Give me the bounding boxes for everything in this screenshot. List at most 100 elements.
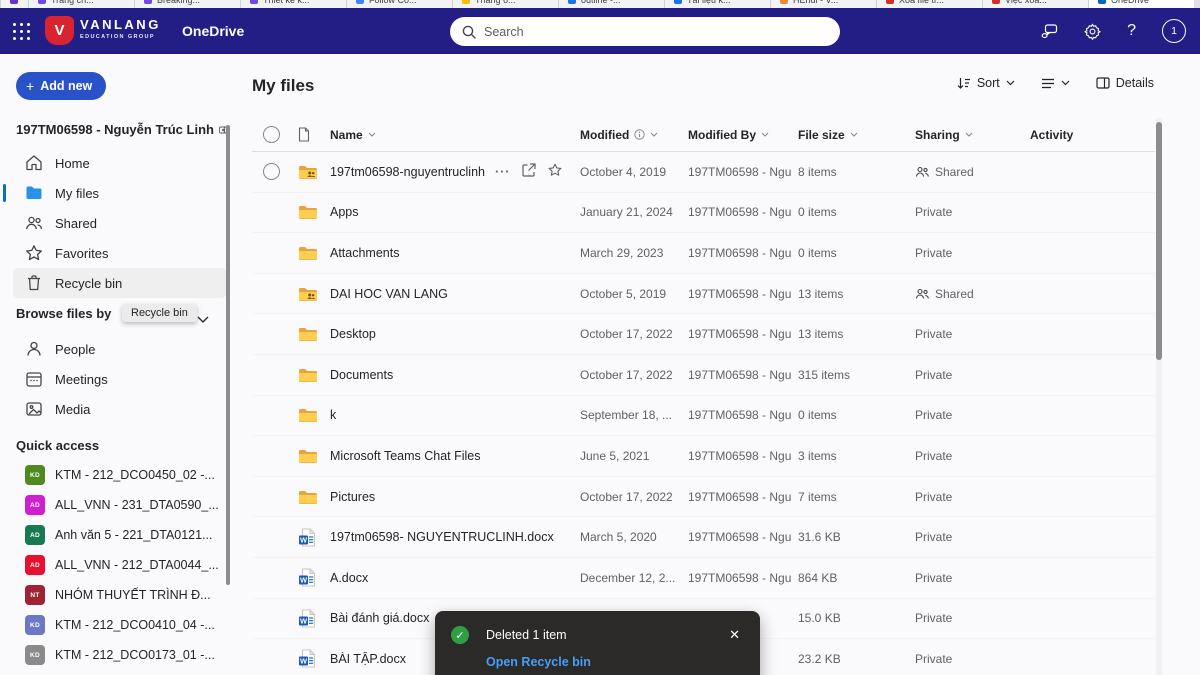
sidebar-item-my-files[interactable]: My files [13,178,226,208]
cell-name[interactable]: Apps [330,205,359,219]
folder-icon [298,326,318,342]
column-header-activity[interactable]: Activity [1030,128,1155,142]
cell-name[interactable]: 197tm06598- NGUYENTRUCLINH.docx [330,530,554,544]
cell-name[interactable]: Pictures [330,490,375,504]
tab-favicon [10,0,18,4]
share-icon[interactable] [522,163,536,180]
help-icon[interactable]: ? [1127,22,1136,40]
add-new-button[interactable]: + Add new [16,72,106,100]
quick-access-item[interactable]: KDKTM - 212_DCO0410_04 -... [13,610,226,640]
browser-tab[interactable]: Breaking... [134,0,240,8]
settings-gear-icon[interactable] [1084,23,1101,40]
account-avatar[interactable]: 1 [1162,19,1186,43]
file-type-icon: W [296,649,330,668]
table-row[interactable]: Microsoft Teams Chat FilesJune 5, 202119… [252,436,1155,477]
sidebar-scrollbar[interactable] [226,125,230,585]
browser-tab[interactable]: Thiết kế k... [240,0,346,8]
sidebar-item-people[interactable]: People [13,334,226,364]
more-actions-icon[interactable]: ··· [495,165,511,179]
table-row[interactable]: DAI HOC VAN LANGOctober 5, 2019197TM0659… [252,274,1155,315]
word-file-icon: W [298,568,316,587]
quick-access-item[interactable]: ADALL_VNN - 212_DTA0044_... [13,550,226,580]
cell-modified: March 5, 2020 [580,530,688,544]
cell-name[interactable]: 197tm06598-nguyentruclinh [330,165,485,179]
favorite-star-icon[interactable] [548,163,562,180]
browser-tab[interactable]: Follow Co... [346,0,452,8]
select-all-checkbox[interactable] [263,126,280,143]
cell-name[interactable]: Bài đánh giá.docx [330,611,429,625]
app-launcher-waffle-icon[interactable] [13,23,31,41]
table-row[interactable]: DesktopOctober 17, 2022197TM06598 - Ngu1… [252,314,1155,355]
column-header-modified[interactable]: Modified [580,128,688,142]
quick-access-item[interactable]: KDKTM - 212_DCO0173_01 -... [13,640,226,670]
view-selector-button[interactable] [1041,78,1070,89]
table-row[interactable]: WA.docxDecember 12, 2...197TM06598 - Ngu… [252,558,1155,599]
quick-access-item[interactable]: ADAnh văn 5 - 221_DTA0121... [13,520,226,550]
sidebar-item-label: Recycle bin [55,276,122,291]
info-icon [634,129,645,140]
quick-access-item[interactable]: NTNHÓM THUYẾT TRÌNH Đ... [13,580,226,610]
files-table: Name Modified Modified By File size [252,118,1155,675]
table-row[interactable]: PicturesOctober 17, 2022197TM06598 - Ngu… [252,477,1155,518]
cell-name[interactable]: A.docx [330,571,368,585]
cell-file-size: 13 items [798,327,915,341]
quick-access-item[interactable]: ADALL_VNN - 231_DTA0590_... [13,490,226,520]
tab-favicon [250,0,258,4]
onedrive-page: Trang ch...Breaking...Thiết kế k...Follo… [0,0,1200,675]
toast-close-icon[interactable]: ✕ [725,627,744,643]
browser-tab[interactable]: outline -... [558,0,664,8]
sidebar-item-meetings[interactable]: Meetings [13,364,226,394]
table-row[interactable]: W197tm06598- NGUYENTRUCLINH.docx March 5,… [252,517,1155,558]
column-header-modified-by[interactable]: Modified By [688,128,798,142]
file-type-icon [296,489,330,505]
browser-tab[interactable]: Xóa file tr... [876,0,982,8]
search-bar[interactable] [450,17,840,46]
table-row[interactable]: 197tm06598-nguyentruclinh···October 4, 2… [252,152,1155,193]
search-input[interactable] [484,25,828,39]
sidebar-item-shared[interactable]: Shared [13,208,226,238]
feedback-icon[interactable] [1041,24,1058,39]
sidebar-item-recycle-bin[interactable]: Recycle bin [13,268,226,298]
column-header-sharing[interactable]: Sharing [915,128,1030,142]
column-header-name[interactable]: Name [330,128,580,142]
cell-name[interactable]: Attachments [330,246,399,260]
table-row[interactable]: AppsJanuary 21, 2024197TM06598 - Ngu0 it… [252,193,1155,234]
cell-sharing: Private [915,611,952,625]
sidebar-item-favorites[interactable]: Favorites [13,238,226,268]
cell-name[interactable]: BÀI TẬP.docx [330,652,406,666]
file-type-column-icon[interactable] [298,127,310,142]
row-checkbox[interactable] [263,163,280,180]
table-row[interactable]: DocumentsOctober 17, 2022197TM06598 - Ng… [252,355,1155,396]
cell-name[interactable]: Desktop [330,327,376,341]
browser-tab[interactable]: Tài liệu k... [664,0,770,8]
table-row[interactable]: AttachmentsMarch 29, 2023197TM06598 - Ng… [252,233,1155,274]
cell-name[interactable]: k [330,408,336,422]
cell-modified: October 17, 2022 [580,490,688,504]
brand-block: VANLANG EDUCATION GROUP [80,18,161,41]
app-header: V VANLANG EDUCATION GROUP OneDrive ? 1 [0,8,1200,54]
browser-tab[interactable]: OneDrive [1088,0,1194,8]
browser-tab[interactable]: Trang ch... [28,0,134,8]
browser-tab[interactable] [0,0,28,8]
sidebar-item-home[interactable]: Home [13,148,226,178]
browser-tab[interactable]: Tháng 6... [452,0,558,8]
cell-name[interactable]: DAI HOC VAN LANG [330,287,448,301]
browser-tab[interactable]: Việc xóa... [982,0,1088,8]
file-type-icon: W [296,528,330,547]
cell-file-size: 315 items [798,368,915,382]
cell-name[interactable]: Microsoft Teams Chat Files [330,449,481,463]
sidebar-item-media[interactable]: Media [13,394,226,424]
details-button[interactable]: Details [1096,76,1154,90]
cell-sharing: Private [915,408,952,422]
table-row[interactable]: kSeptember 18, ...197TM06598 - Ngu0 item… [252,396,1155,437]
column-header-file-size[interactable]: File size [798,128,915,142]
main-scrollbar-thumb[interactable] [1156,122,1162,360]
sort-button[interactable]: Sort [957,76,1015,90]
brand-subtitle: EDUCATION GROUP [80,35,161,41]
open-recycle-bin-link[interactable]: Open Recycle bin [486,655,744,669]
browser-tab[interactable]: HEndi - V... [770,0,876,8]
chevron-down-icon[interactable] [197,310,209,328]
quick-access-item[interactable]: KDKTM - 212_DCO0450_02 -... [13,460,226,490]
cell-name[interactable]: Documents [330,368,393,382]
sharing-people-icon [915,287,929,300]
